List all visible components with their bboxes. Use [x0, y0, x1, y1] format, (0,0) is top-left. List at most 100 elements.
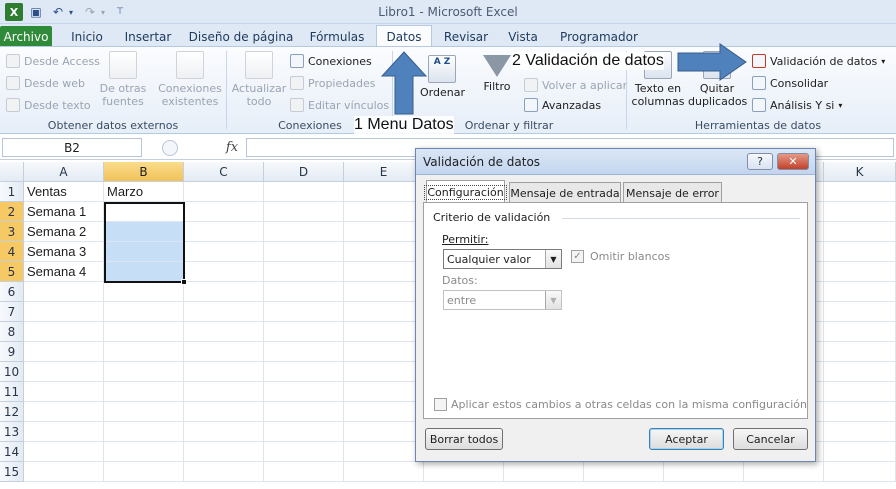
- row-header[interactable]: 9: [0, 342, 24, 362]
- grid-cell[interactable]: [824, 342, 896, 362]
- grid-cell[interactable]: [824, 442, 896, 462]
- from-access-button[interactable]: Desde Access: [6, 52, 100, 70]
- tab-datos[interactable]: Datos: [376, 25, 432, 48]
- grid-cell[interactable]: [344, 382, 424, 402]
- row-header[interactable]: 11: [0, 382, 24, 402]
- what-if-button[interactable]: Análisis Y si ▾: [752, 96, 842, 114]
- grid-cell[interactable]: [24, 362, 104, 382]
- row-header[interactable]: 6: [0, 282, 24, 302]
- tab-mensaje-entrada[interactable]: Mensaje de entrada: [509, 182, 621, 203]
- grid-cell[interactable]: [344, 262, 424, 282]
- tab-insertar[interactable]: Insertar: [118, 27, 178, 47]
- grid-cell[interactable]: [104, 402, 184, 422]
- grid-cell[interactable]: [264, 382, 344, 402]
- row-header[interactable]: 3: [0, 222, 24, 242]
- column-header-k[interactable]: K: [824, 162, 896, 182]
- grid-cell[interactable]: [824, 222, 896, 242]
- grid-cell[interactable]: [824, 202, 896, 222]
- grid-cell[interactable]: [24, 342, 104, 362]
- grid-cell[interactable]: [824, 362, 896, 382]
- grid-cell[interactable]: [824, 182, 896, 202]
- grid-cell[interactable]: [344, 322, 424, 342]
- grid-cell[interactable]: [664, 462, 744, 482]
- grid-cell[interactable]: [104, 382, 184, 402]
- other-sources-button[interactable]: De otras fuentes: [98, 51, 148, 108]
- grid-cell[interactable]: [824, 302, 896, 322]
- grid-cell[interactable]: [184, 342, 264, 362]
- grid-cell[interactable]: [104, 462, 184, 482]
- grid-cell[interactable]: [184, 242, 264, 262]
- tab-inicio[interactable]: Inicio: [62, 27, 112, 47]
- tab-archivo[interactable]: Archivo: [0, 26, 52, 47]
- grid-cell[interactable]: [344, 442, 424, 462]
- grid-cell[interactable]: [824, 402, 896, 422]
- reapply-button[interactable]: Volver a aplicar: [524, 76, 627, 94]
- cell-a2[interactable]: Semana 1: [24, 202, 104, 222]
- grid-cell[interactable]: [264, 302, 344, 322]
- row-header[interactable]: 4: [0, 242, 24, 262]
- grid-cell[interactable]: [184, 382, 264, 402]
- cell-b3[interactable]: [104, 222, 184, 242]
- column-header-a[interactable]: A: [24, 162, 104, 182]
- grid-cell[interactable]: [184, 362, 264, 382]
- grid-cell[interactable]: [104, 442, 184, 462]
- grid-cell[interactable]: [824, 262, 896, 282]
- row-header[interactable]: 2: [0, 202, 24, 222]
- grid-cell[interactable]: [184, 182, 264, 202]
- grid-cell[interactable]: [104, 302, 184, 322]
- tab-formulas[interactable]: Fórmulas: [302, 27, 372, 47]
- grid-cell[interactable]: [104, 422, 184, 442]
- grid-cell[interactable]: [824, 462, 896, 482]
- grid-cell[interactable]: [184, 302, 264, 322]
- grid-cell[interactable]: [104, 282, 184, 302]
- filter-button[interactable]: Filtro: [478, 55, 516, 93]
- row-header[interactable]: 14: [0, 442, 24, 462]
- grid-cell[interactable]: [344, 342, 424, 362]
- grid-cell[interactable]: [824, 282, 896, 302]
- grid-cell[interactable]: [184, 462, 264, 482]
- insert-function-icon[interactable]: fx: [220, 138, 244, 157]
- grid-cell[interactable]: [184, 402, 264, 422]
- select-all-corner[interactable]: [0, 162, 24, 182]
- help-button[interactable]: ?: [747, 153, 773, 170]
- grid-cell[interactable]: [184, 282, 264, 302]
- from-text-button[interactable]: Desde texto: [6, 96, 91, 114]
- grid-cell[interactable]: [184, 422, 264, 442]
- tab-diseno-pagina[interactable]: Diseño de página: [186, 27, 296, 47]
- grid-cell[interactable]: [24, 382, 104, 402]
- close-button[interactable]: ✕: [777, 153, 809, 170]
- cancel-button[interactable]: Cancelar: [733, 428, 808, 450]
- grid-cell[interactable]: [104, 322, 184, 342]
- allow-select[interactable]: Cualquier valor ▼: [443, 249, 562, 269]
- ok-button[interactable]: Aceptar: [649, 428, 724, 450]
- properties-button[interactable]: Propiedades: [290, 74, 375, 92]
- grid-cell[interactable]: [264, 462, 344, 482]
- grid-cell[interactable]: [344, 282, 424, 302]
- grid-cell[interactable]: [24, 462, 104, 482]
- column-header-c[interactable]: C: [184, 162, 264, 182]
- row-header[interactable]: 13: [0, 422, 24, 442]
- grid-cell[interactable]: [504, 462, 584, 482]
- from-web-button[interactable]: Desde web: [6, 74, 85, 92]
- grid-cell[interactable]: [24, 322, 104, 342]
- grid-cell[interactable]: [184, 202, 264, 222]
- grid-cell[interactable]: [264, 322, 344, 342]
- cell-b4[interactable]: [104, 242, 184, 262]
- grid-cell[interactable]: [184, 322, 264, 342]
- clear-all-button[interactable]: Borrar todos: [425, 428, 503, 450]
- tab-programador[interactable]: Programador: [554, 27, 644, 47]
- cell-b2[interactable]: [104, 202, 184, 222]
- connections-button[interactable]: Conexiones: [290, 52, 372, 70]
- grid-cell[interactable]: [344, 422, 424, 442]
- grid-cell[interactable]: [824, 422, 896, 442]
- grid-cell[interactable]: [264, 182, 344, 202]
- column-header-b[interactable]: B: [104, 162, 184, 182]
- apply-all-checkbox[interactable]: [434, 398, 447, 411]
- grid-cell[interactable]: [104, 362, 184, 382]
- row-header[interactable]: 5: [0, 262, 24, 282]
- grid-cell[interactable]: [24, 402, 104, 422]
- grid-cell[interactable]: [344, 462, 424, 482]
- grid-cell[interactable]: [824, 382, 896, 402]
- row-header[interactable]: 10: [0, 362, 24, 382]
- grid-cell[interactable]: [264, 342, 344, 362]
